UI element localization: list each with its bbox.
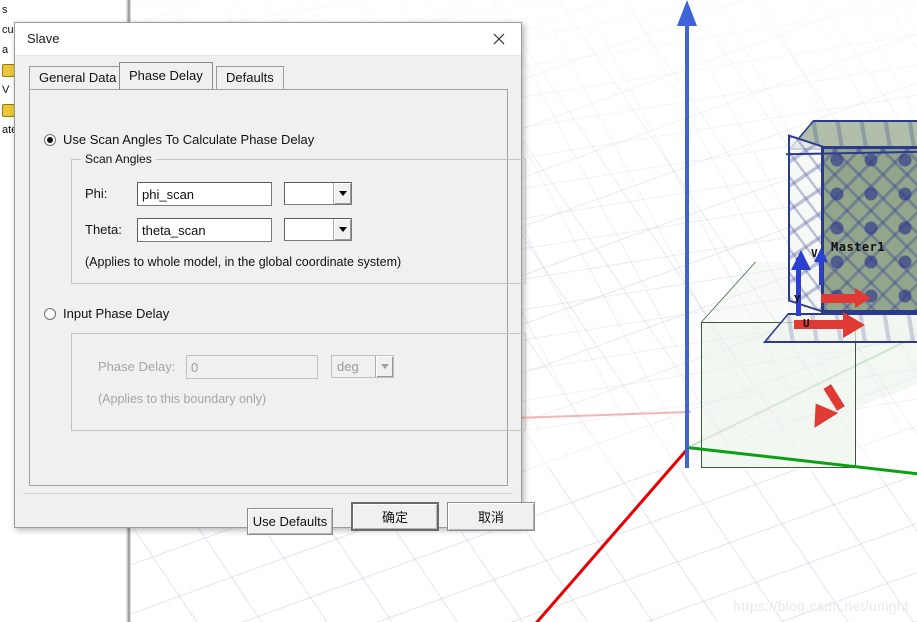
theta-unit-combo[interactable]: [284, 218, 352, 241]
radio-use-scan-angles[interactable]: Use Scan Angles To Calculate Phase Delay: [44, 132, 314, 147]
chevron-down-icon[interactable]: [333, 183, 351, 204]
input-phase-delay-group: Phase Delay: deg (Applies to this bounda…: [71, 333, 526, 431]
theta-label: Theta:: [85, 222, 122, 237]
tab-defaults[interactable]: Defaults: [216, 66, 284, 89]
arrow-u-head: [843, 312, 865, 338]
phase-delay-panel: Use Scan Angles To Calculate Phase Delay…: [29, 89, 526, 535]
watermark: https://blog.csdn.net/unight: [733, 598, 909, 614]
phase-delay-label: Phase Delay:: [98, 359, 176, 374]
tab-phase-delay[interactable]: Phase Delay: [119, 62, 213, 89]
phi-input[interactable]: [137, 182, 272, 206]
app-root: Master1 V Y U https://blog.csdn.net/unig…: [0, 0, 917, 622]
phi-unit-combo[interactable]: [284, 182, 352, 205]
radio-indicator-input: [44, 307, 56, 320]
master-edge-vertical: [821, 146, 823, 313]
scan-angles-hint: (Applies to whole model, in the global c…: [85, 255, 402, 269]
chevron-down-icon[interactable]: [333, 219, 351, 240]
axis-z-arrowhead: [677, 0, 697, 26]
use-defaults-button[interactable]: Use Defaults: [247, 508, 333, 535]
phase-delay-input[interactable]: [186, 355, 318, 379]
input-phase-delay-hint: (Applies to this boundary only): [98, 392, 267, 406]
tree-item-3[interactable]: V: [2, 84, 9, 96]
ok-button[interactable]: 确定: [351, 502, 439, 531]
tab-general-data[interactable]: General Data: [29, 66, 127, 89]
axis-label-u: U: [803, 317, 810, 330]
phi-label: Phi:: [85, 186, 108, 201]
scan-angles-group: Scan Angles Phi: Theta: (Applies to whol…: [71, 152, 526, 284]
axis-label-v: V: [811, 247, 818, 260]
tree-item-2[interactable]: a: [2, 44, 8, 56]
radio-input-phase-delay[interactable]: Input Phase Delay: [44, 306, 169, 321]
master-left-face: [788, 134, 824, 313]
cancel-button[interactable]: 取消: [447, 502, 535, 531]
footer-separator: [23, 493, 513, 494]
arrow-u2-head: [855, 288, 871, 308]
phase-delay-unit-combo[interactable]: deg: [331, 355, 394, 378]
axis-z: [685, 8, 689, 468]
radio-label-scan: Use Scan Angles To Calculate Phase Delay: [63, 132, 315, 147]
tree-item-1[interactable]: cu: [2, 24, 14, 36]
chevron-down-icon[interactable]: [375, 356, 393, 377]
dialog-title: Slave: [27, 31, 60, 46]
radio-indicator-scan: [44, 133, 56, 146]
axis-label-y: Y: [794, 293, 801, 306]
master-boundary-label: Master1: [831, 240, 886, 254]
radio-label-input: Input Phase Delay: [63, 306, 170, 321]
tree-item-0[interactable]: s: [2, 4, 8, 16]
theta-input[interactable]: [137, 218, 272, 242]
scan-angles-group-title: Scan Angles: [81, 152, 156, 166]
slave-dialog: Slave General Data Phase Delay Defaults …: [14, 22, 535, 535]
dialog-titlebar[interactable]: Slave: [15, 23, 521, 56]
phase-delay-unit-value: deg: [337, 359, 359, 374]
close-icon[interactable]: [477, 23, 521, 54]
arrow-v-head: [791, 250, 811, 270]
